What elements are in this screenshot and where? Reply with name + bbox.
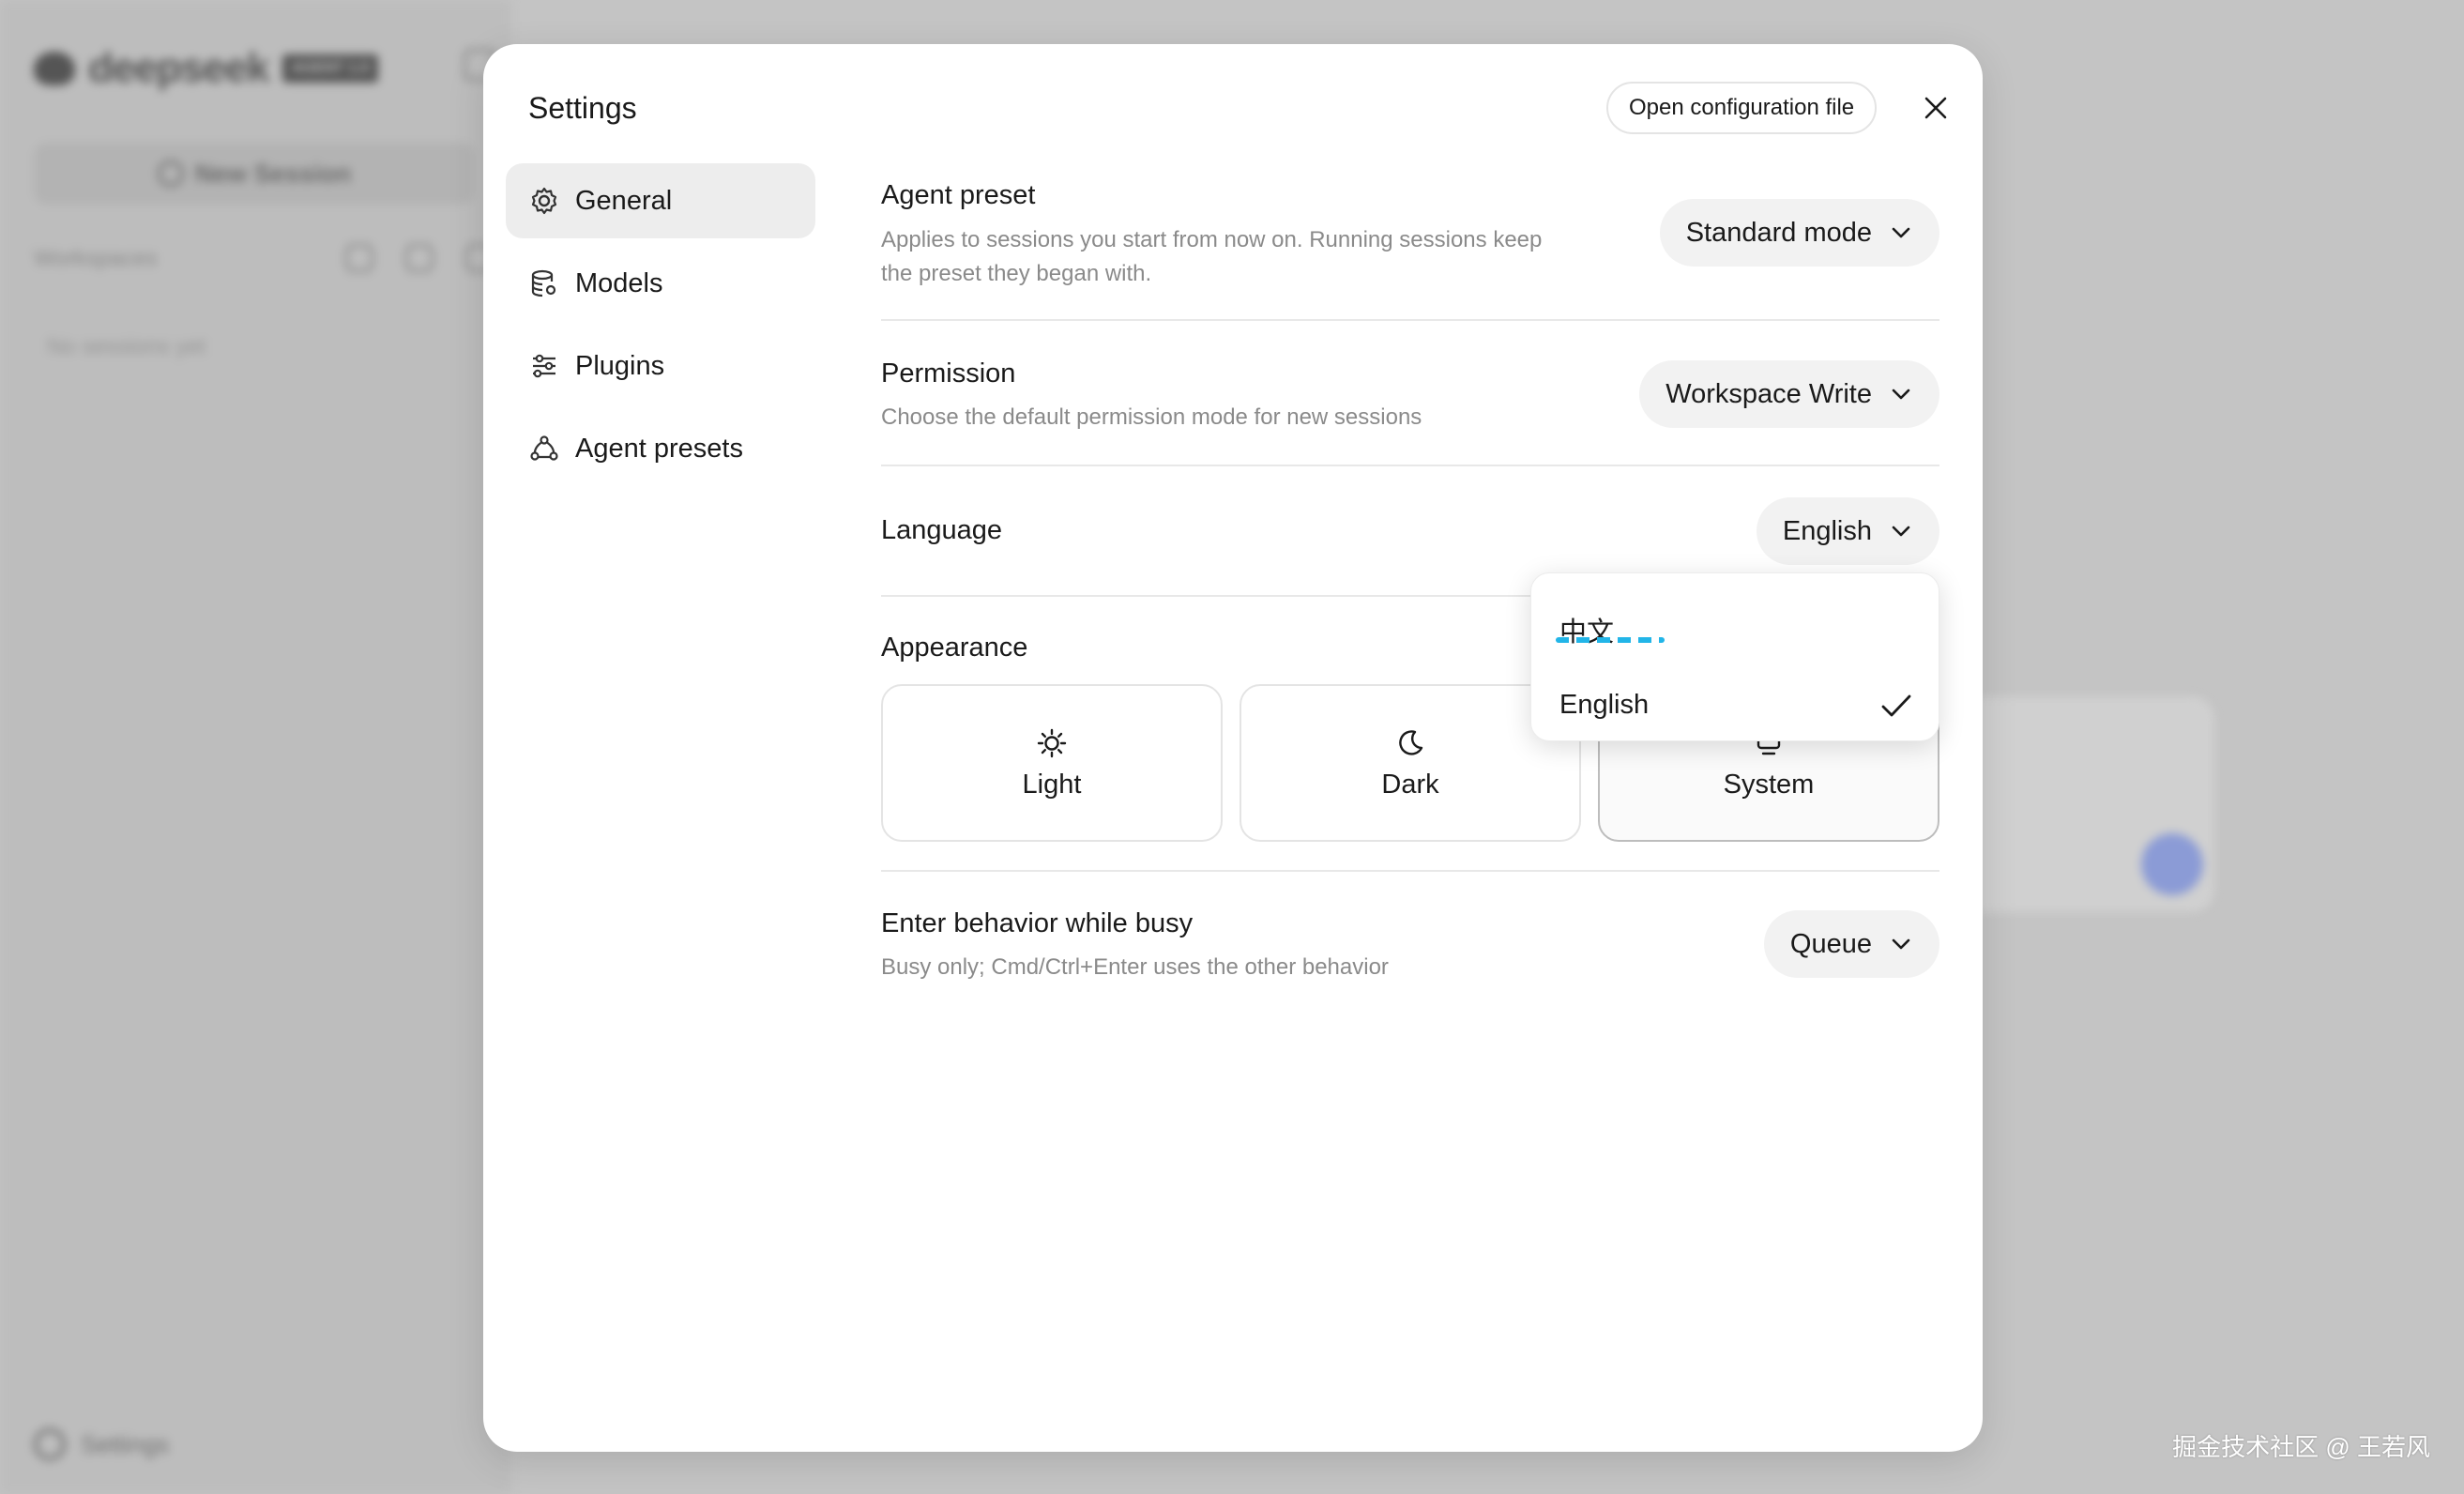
logo-badge: AGENT 1.0 [281,54,379,83]
workspace-actions [345,244,494,272]
enter-behavior-value: Queue [1789,928,1872,959]
background-sidebar: deepseek AGENT 1.0 New Session Workspace… [0,0,511,1494]
settings-dialog: Settings Open configuration file General… [483,44,1983,1452]
language-option-chinese[interactable]: 中文 [1531,597,1940,663]
agent-preset-select[interactable]: Standard mode [1659,199,1939,267]
settings-nav: General Models Plugins Agent presets [506,163,815,494]
appearance-light-card[interactable]: Light [881,684,1223,842]
nav-item-agent-presets[interactable]: Agent presets [506,411,815,486]
chevron-down-icon [1891,384,1911,404]
enter-behavior-description: Busy only; Cmd/Ctrl+Enter uses the other… [881,954,1389,980]
enter-behavior-title: Enter behavior while busy [881,908,1194,938]
divider [881,870,1939,872]
language-title: Language [881,515,1003,545]
database-icon [528,267,560,299]
appearance-system-label: System [1723,769,1815,800]
permission-value: Workspace Write [1665,378,1872,409]
moon-icon [1393,726,1427,760]
language-select[interactable]: English [1756,497,1939,565]
watermark: 掘金技术社区 @ 王若风 [2172,1433,2430,1461]
nav-label: Agent presets [575,433,743,464]
permission-select[interactable]: Workspace Write [1639,360,1939,428]
language-value: English [1782,515,1872,546]
sliders-icon [528,350,560,382]
language-dropdown-menu: 中文 English [1530,572,1939,741]
logo-text: deepseek [88,45,270,91]
appearance-title: Appearance [881,633,1028,663]
agent-preset-value: Standard mode [1685,217,1872,248]
nav-item-models[interactable]: Models [506,246,815,321]
checkmark-icon [1881,694,1911,717]
workspaces-heading: Workspaces [34,246,158,271]
whale-logo-icon [34,52,75,85]
nav-label: Plugins [575,350,665,381]
gear-icon [528,185,560,217]
search-icon[interactable] [345,244,373,272]
chevron-down-icon [1891,521,1911,541]
nav-label: General [575,185,673,216]
permission-title: Permission [881,358,1016,389]
appearance-dark-label: Dark [1381,769,1439,800]
language-option-label: English [1559,689,1650,720]
nav-label: Models [575,267,663,298]
plus-circle-icon [157,160,184,187]
dialog-title: Settings [528,91,637,125]
chevron-down-icon [1891,222,1911,243]
new-session-button[interactable]: New Session [34,143,475,205]
empty-sessions-text: No sessions yet [47,334,206,359]
agent-preset-title: Agent preset [881,180,1036,210]
grid-icon[interactable] [405,244,433,272]
appearance-light-label: Light [1022,769,1082,800]
nav-item-plugins[interactable]: Plugins [506,328,815,404]
settings-content: Agent preset Applies to sessions you sta… [881,44,1939,1452]
enter-behavior-select[interactable]: Queue [1763,910,1939,978]
language-option-label: 中文 [1559,617,1615,648]
agent-preset-description: Applies to sessions you start from now o… [881,227,1543,286]
gear-icon [34,1428,66,1460]
chevron-down-icon [1891,934,1911,954]
network-icon [528,433,560,465]
divider [881,465,1939,466]
send-button[interactable] [2141,833,2203,895]
sun-icon [1035,726,1069,760]
sidebar-settings-button[interactable]: Settings [34,1428,169,1460]
divider [881,319,1939,321]
new-session-label: New Session [194,159,352,188]
spellcheck-underline [1556,637,1665,643]
app-logo: deepseek AGENT 1.0 [34,45,379,92]
sidebar-settings-label: Settings [81,1429,169,1458]
language-option-english[interactable]: English [1531,672,1940,738]
nav-item-general[interactable]: General [506,163,815,238]
permission-description: Choose the default permission mode for n… [881,404,1422,430]
